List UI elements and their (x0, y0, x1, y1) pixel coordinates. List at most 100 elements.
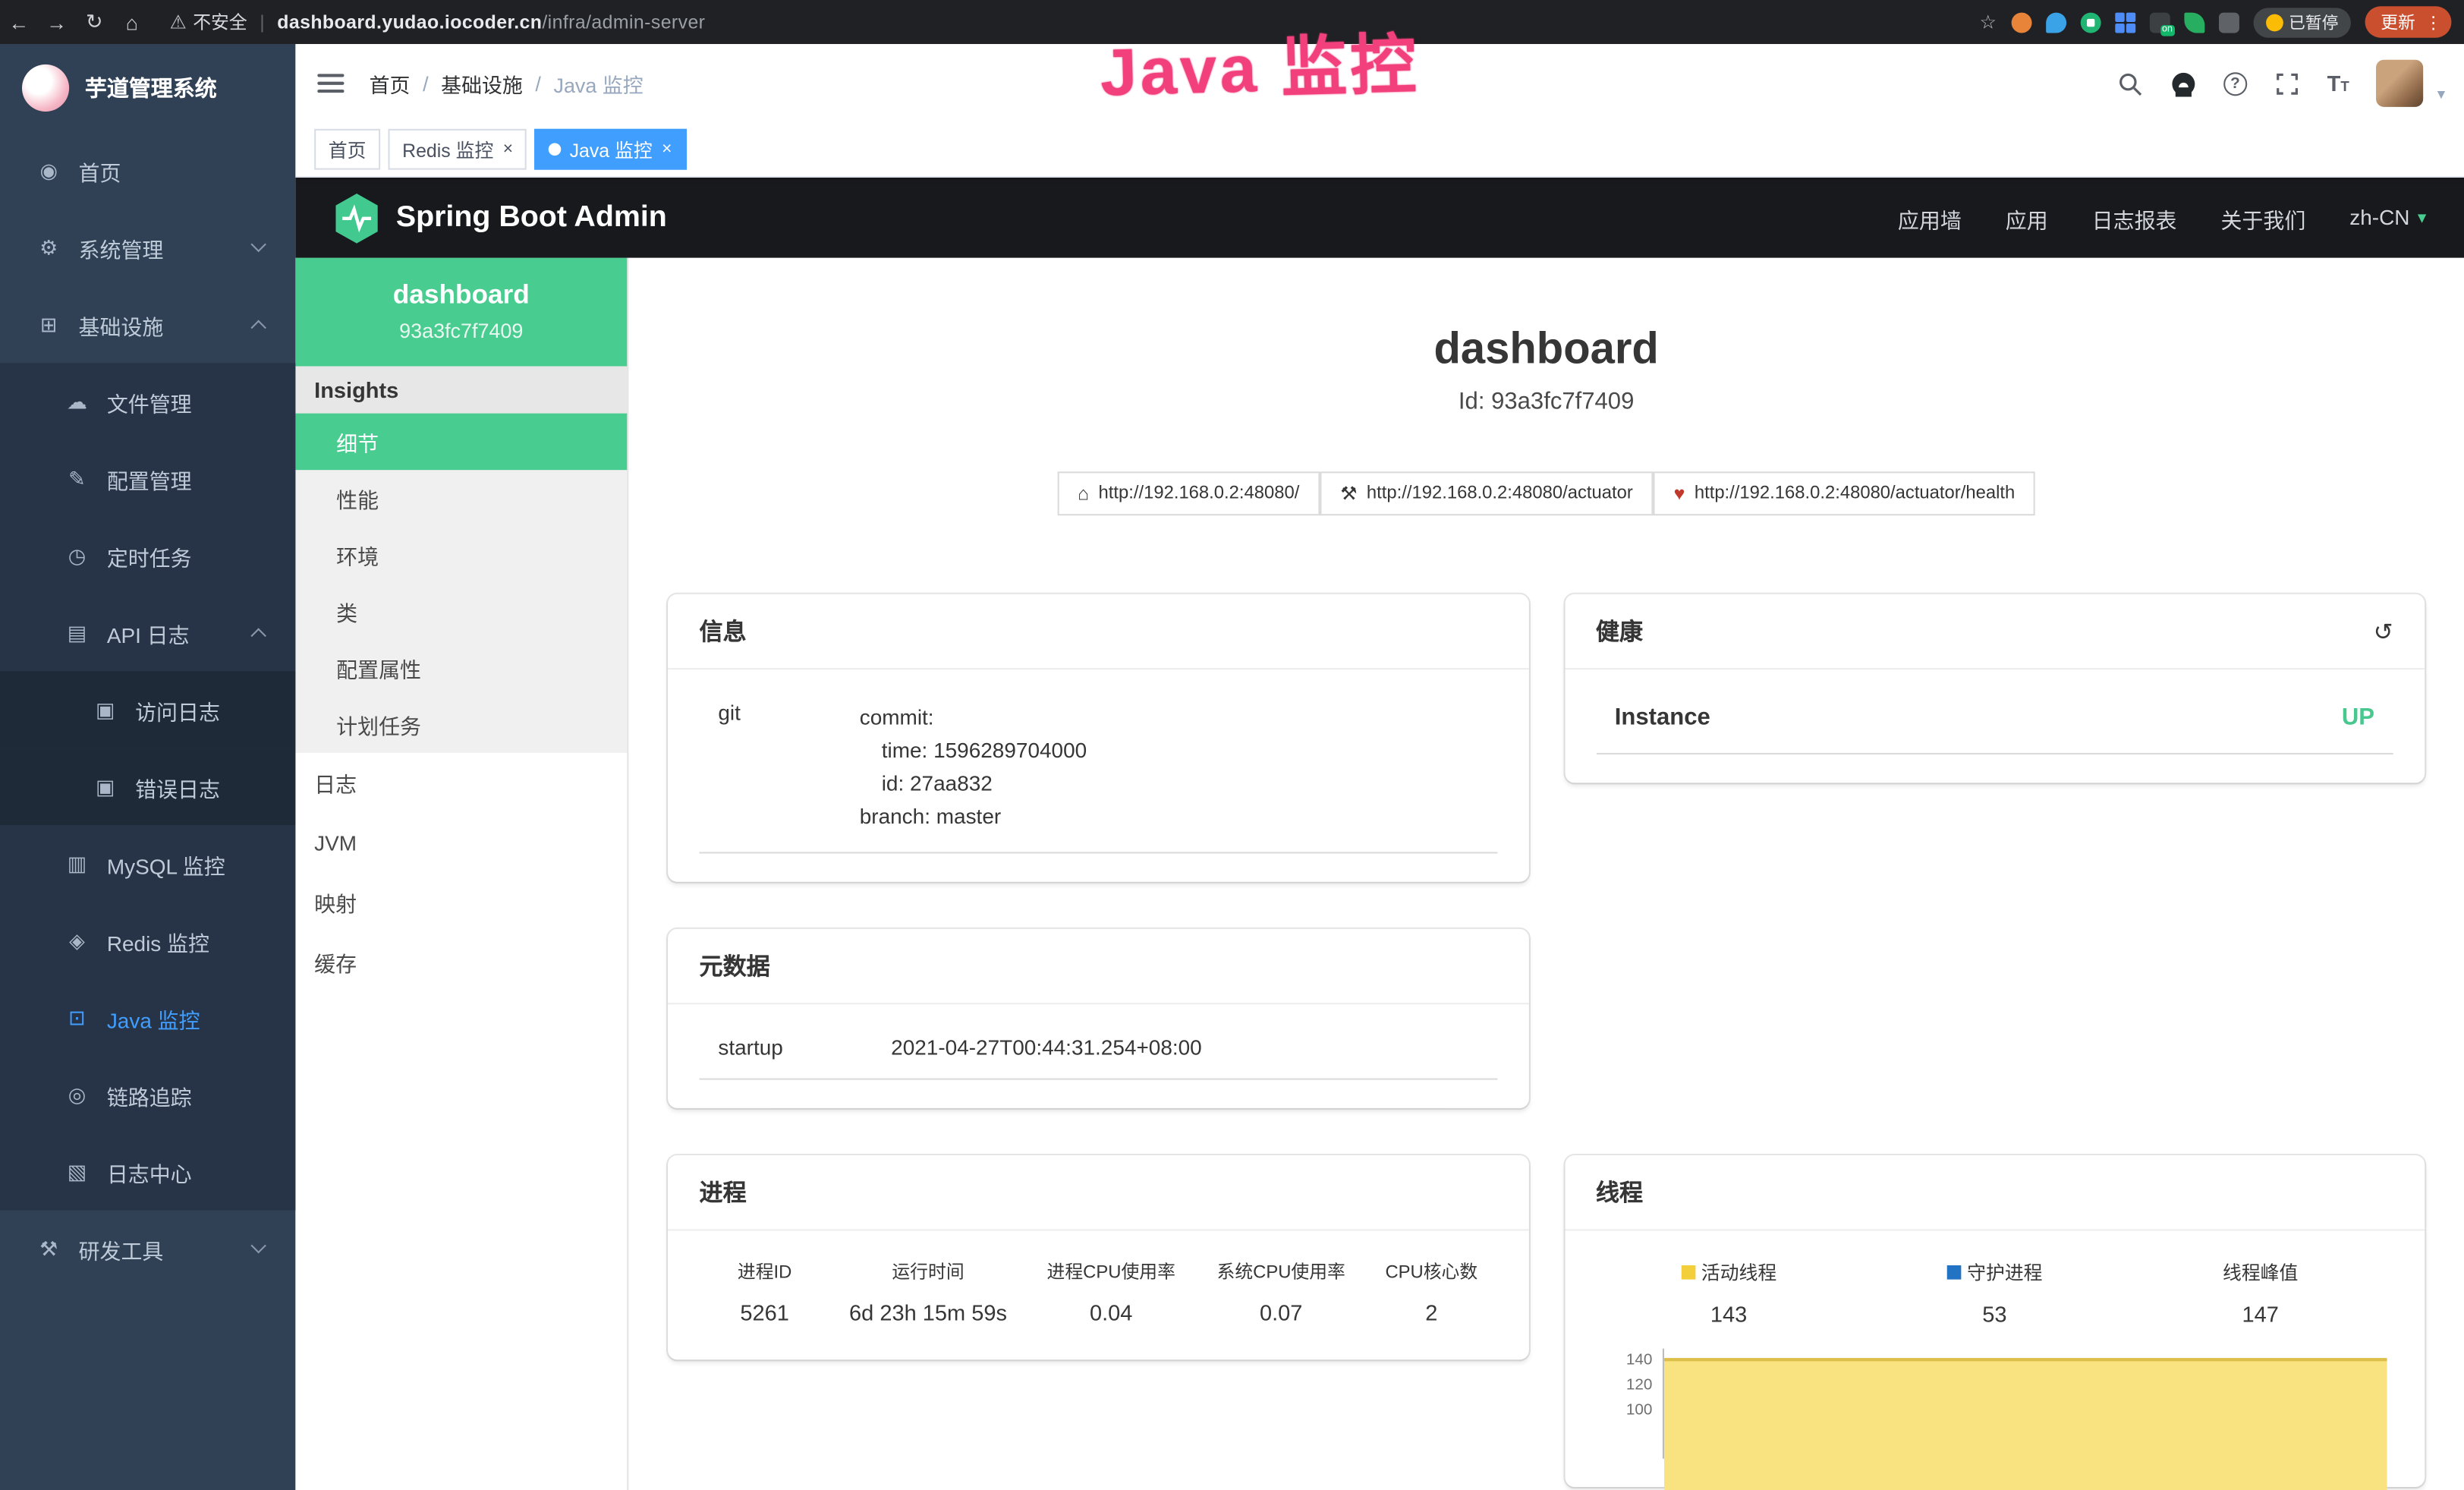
instance-nav-environment[interactable]: 环境 (295, 527, 627, 584)
sba-nav-wallboard[interactable]: 应用墙 (1898, 202, 1962, 233)
process-table: 进程ID5261 运行时间6d 23h 15m 59s 进程CPU使用率0.04… (700, 1256, 1497, 1331)
service-url-link[interactable]: ⌂http://192.168.0.2:48080/ (1057, 471, 1320, 515)
close-icon[interactable]: × (662, 140, 672, 159)
search-icon[interactable] (2116, 70, 2143, 96)
back-icon[interactable]: ← (0, 10, 38, 33)
browser-menu-icon[interactable]: ⋮ (2425, 12, 2442, 33)
eye-icon: ◎ (60, 1082, 95, 1107)
instance-nav-extra: 日志 JVM 映射 缓存 (295, 753, 627, 992)
font-size-icon[interactable]: TT (2327, 71, 2349, 96)
health-instance-row[interactable]: Instance UP (1596, 695, 2393, 754)
sba-nav-journal[interactable]: 日志报表 (2092, 202, 2177, 233)
sidebar-item-home[interactable]: ◉ 首页 (0, 132, 295, 209)
actuator-url-link[interactable]: ⚒http://192.168.0.2:48080/actuator (1320, 471, 1653, 515)
wrench-icon: ⚒ (1340, 483, 1357, 505)
threads-chart: 140 120 100 (1596, 1349, 2393, 1459)
sidebar-item-config-management[interactable]: ✎ 配置管理 (0, 440, 295, 517)
breadcrumb-home[interactable]: 首页 (370, 68, 411, 98)
instance-nav-details[interactable]: 细节 (295, 414, 627, 471)
tag-java-monitor[interactable]: Java 监控× (535, 129, 686, 170)
extension-grid-icon[interactable] (2114, 12, 2135, 33)
bookmark-star-icon[interactable]: ☆ (1980, 11, 1997, 33)
caret-down-icon: ▾ (2418, 207, 2426, 228)
vue-devtools-icon[interactable] (2080, 12, 2101, 33)
locale-select[interactable]: zh-CN▾ (2349, 206, 2426, 229)
address-bar[interactable]: dashboard.yudao.iocoder.cn/infra/admin-s… (277, 11, 705, 33)
divider: | (260, 11, 264, 33)
screen: ← → ↻ ⌂ ⚠ 不安全 | dashboard.yudao.iocoder.… (0, 0, 2464, 1490)
history-icon[interactable]: ↺ (2374, 617, 2393, 645)
sidebar-item-trace[interactable]: ◎ 链路追踪 (0, 1057, 295, 1133)
proxy-extension-icon[interactable]: on (2149, 12, 2170, 33)
update-button[interactable]: 更新⋮ (2365, 6, 2452, 37)
instance-sidebar: dashboard 93a3fc7f7409 Insights 细节 性能 环境… (295, 258, 628, 1490)
app-logo[interactable]: 芋道管理系统 (0, 44, 295, 132)
annotation-java-monitor: Java 监控 (1099, 11, 1421, 115)
forward-icon[interactable]: → (38, 10, 76, 33)
instance-nav-classes[interactable]: 类 (295, 583, 627, 640)
help-icon[interactable]: ? (2223, 71, 2247, 95)
close-icon[interactable]: × (503, 140, 513, 159)
sidebar-item-access-logs[interactable]: ▣ 访问日志 (0, 671, 295, 748)
instance-nav-metrics[interactable]: 性能 (295, 470, 627, 527)
sidebar-item-dev-tools[interactable]: ⚒ 研发工具 (0, 1211, 295, 1287)
sidebar-item-log-center[interactable]: ▧ 日志中心 (0, 1133, 295, 1210)
process-card-title: 进程 (668, 1155, 1528, 1230)
instance-nav-configprops[interactable]: 配置属性 (295, 640, 627, 697)
status-badge: UP (2342, 704, 2374, 731)
cards-grid: 信息 git commit: time: 1596289704000 id: 2… (668, 594, 2425, 1487)
sidebar-item-scheduled-jobs[interactable]: ◷ 定时任务 (0, 517, 295, 594)
reload-icon[interactable]: ↻ (75, 9, 113, 34)
health-url-link[interactable]: ♥http://192.168.0.2:48080/actuator/healt… (1654, 471, 2035, 515)
sidebar-item-system-management[interactable]: ⚙ 系统管理 (0, 209, 295, 285)
tag-redis-monitor[interactable]: Redis 监控× (389, 129, 527, 170)
instance-header[interactable]: dashboard 93a3fc7f7409 (295, 258, 627, 367)
sidebar-item-file-management[interactable]: ☁ 文件管理 (0, 363, 295, 439)
extension-icon[interactable] (2045, 12, 2066, 33)
fullscreen-icon[interactable] (2274, 70, 2300, 96)
browser-actions: ☆ on 已暂停 更新⋮ (1980, 6, 2464, 37)
sidebar-item-error-logs[interactable]: ▣ 错误日志 (0, 748, 295, 825)
home-icon[interactable]: ⌂ (113, 10, 151, 33)
paused-badge[interactable]: 已暂停 (2252, 7, 2350, 36)
leaf-extension-icon[interactable] (2183, 12, 2204, 33)
instance-nav-logs[interactable]: 日志 (295, 753, 627, 813)
sidebar-item-mysql-monitor[interactable]: ▥ MySQL 监控 (0, 825, 295, 902)
github-icon[interactable] (2170, 70, 2197, 96)
process-card: 进程 进程ID5261 运行时间6d 23h 15m 59s 进程CPU使用率0… (668, 1155, 1528, 1359)
page-subtitle: Id: 93a3fc7f7409 (628, 388, 2464, 414)
main-content: dashboard Id: 93a3fc7f7409 ⌂http://192.1… (628, 258, 2464, 1490)
instance-nav-jvm[interactable]: JVM (295, 813, 627, 873)
sba-brand[interactable]: Spring Boot Admin (333, 191, 667, 244)
avatar[interactable] (2376, 60, 2423, 107)
sidebar-item-api-logs[interactable]: ▤ API 日志 (0, 594, 295, 671)
extension-icon[interactable] (2011, 12, 2031, 33)
active-threads-area (1663, 1358, 2387, 1490)
caret-down-icon[interactable]: ▾ (2437, 87, 2445, 107)
dashboard-icon: ◉ (31, 158, 66, 183)
breadcrumb-java-monitor: Java 监控 (554, 68, 644, 98)
hamburger-icon[interactable] (317, 74, 344, 93)
sidebar-item-java-monitor[interactable]: ⊡ Java 监控 (0, 979, 295, 1056)
info-git-row: git commit: time: 1596289704000 id: 27aa… (700, 695, 1497, 853)
threads-chart-yaxis: 140 120 100 (1596, 1349, 1653, 1459)
instance-nav-caches[interactable]: 缓存 (295, 932, 627, 992)
extensions-puzzle-icon[interactable] (2218, 12, 2239, 33)
sba-nav-applications[interactable]: 应用 (2006, 202, 2048, 233)
breadcrumb-separator: / (423, 71, 429, 95)
log-icon: ▣ (88, 774, 123, 799)
app-logo-avatar (22, 65, 69, 112)
sidebar-item-infrastructure[interactable]: ⊞ 基础设施 (0, 286, 295, 363)
insights-section-label: Insights (295, 366, 627, 413)
sba-nav-about[interactable]: 关于我们 (2220, 202, 2305, 233)
health-card-title: 健康 (1596, 615, 1643, 647)
breadcrumb-infrastructure[interactable]: 基础设施 (441, 68, 523, 98)
sidebar-item-redis-monitor[interactable]: ◈ Redis 监控 (0, 903, 295, 979)
instance-nav-mappings[interactable]: 映射 (295, 872, 627, 932)
instance-nav-scheduled-tasks[interactable]: 计划任务 (295, 696, 627, 753)
chevron-up-icon (250, 628, 266, 643)
edit-icon: ✎ (60, 466, 95, 491)
threads-card-title: 线程 (1564, 1155, 2425, 1230)
security-label[interactable]: 不安全 (193, 9, 247, 34)
tag-home[interactable]: 首页 (314, 129, 380, 170)
